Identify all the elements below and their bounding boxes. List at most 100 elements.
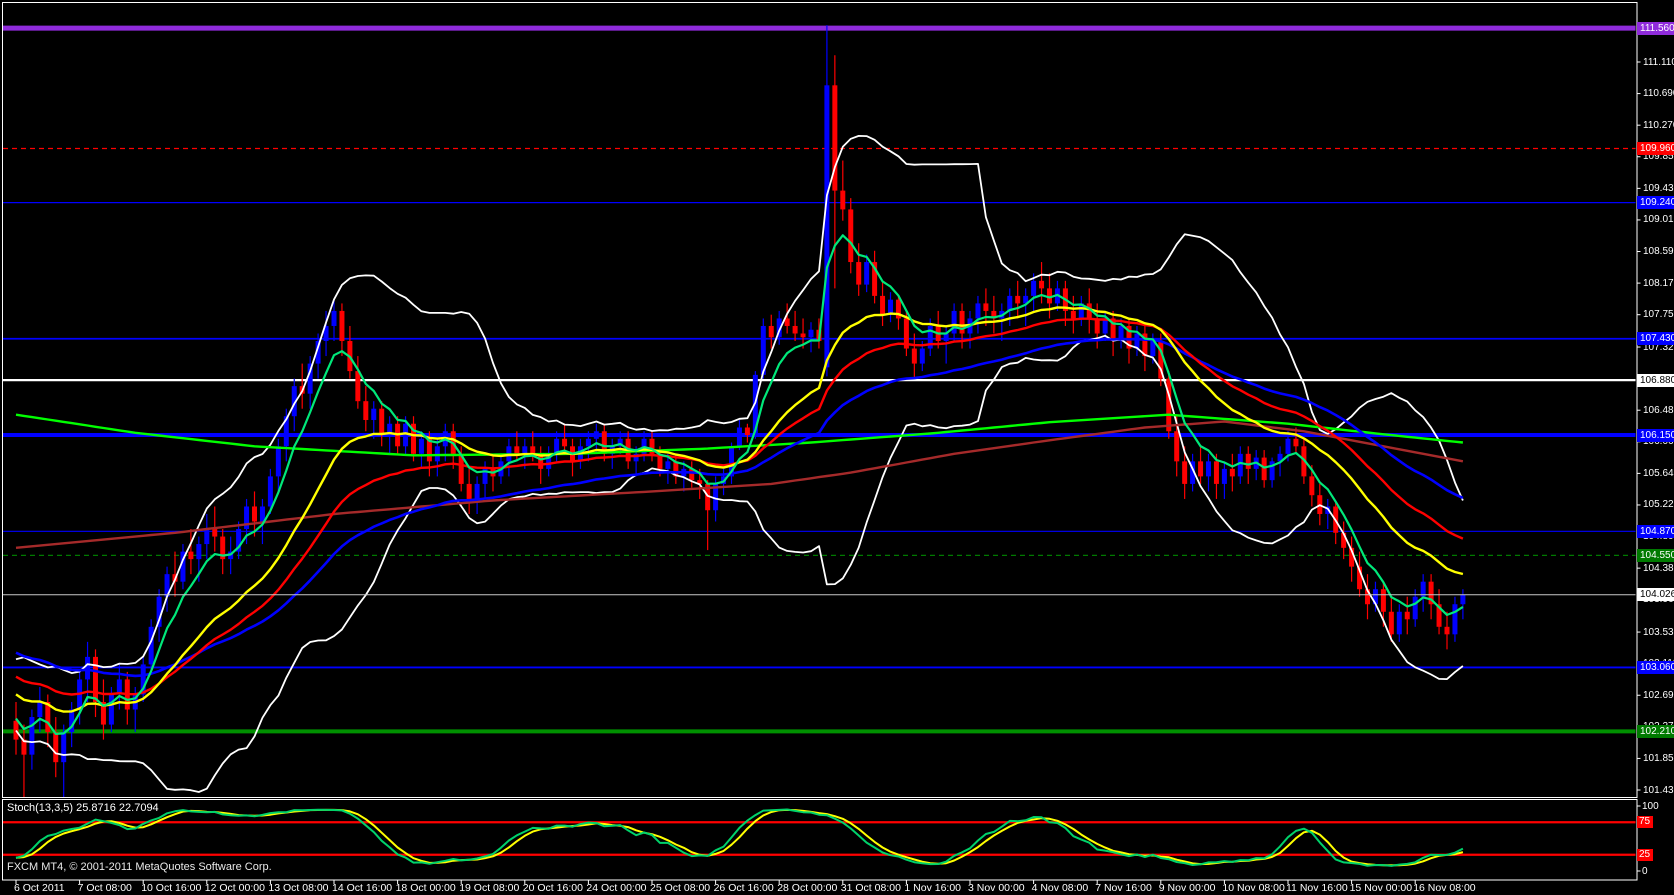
candle-body-up xyxy=(268,476,273,506)
candle-body-down xyxy=(960,311,965,334)
price-tick-label: 101.850 xyxy=(1643,752,1674,765)
candle-body-up xyxy=(944,333,949,341)
candle-body-down xyxy=(745,428,750,436)
candle-body-down xyxy=(1174,431,1179,461)
candle-body-down xyxy=(467,484,472,499)
candle-body-down xyxy=(188,552,193,560)
time-tick-label: 3 Nov 00:00 xyxy=(968,882,1025,894)
time-tick-label: 16 Nov 08:00 xyxy=(1413,882,1475,894)
candle-body-down xyxy=(1182,461,1187,484)
candle-body-up xyxy=(276,446,281,476)
price-tick-label: 110.270 xyxy=(1643,119,1674,132)
candle-body-down xyxy=(801,333,806,337)
time-tick-label: 12 Oct 00:00 xyxy=(205,882,265,894)
candle-body-up xyxy=(1397,612,1402,635)
ma-slower-blue-line xyxy=(16,339,1463,676)
candle-body-down xyxy=(1246,454,1251,469)
candle-body-up xyxy=(61,732,66,762)
stoch-indicator-label: Stoch(13,3,5) 25.8716 22.7094 xyxy=(7,802,159,814)
price-tick-label: 105.220 xyxy=(1643,498,1674,511)
time-tick-label: 20 Oct 16:00 xyxy=(523,882,583,894)
time-tick-label: 11 Nov 16:00 xyxy=(1286,882,1348,894)
time-tick-label: 1 Nov 16:00 xyxy=(904,882,961,894)
stoch-level-badge: 25 xyxy=(1637,849,1653,861)
candle-body-down xyxy=(355,371,360,401)
candle-body-up xyxy=(1460,594,1465,604)
candle-body-up xyxy=(371,409,376,420)
ma-medium-yellow-line xyxy=(16,307,1463,711)
price-level-badge: 106.880 xyxy=(1637,374,1674,387)
chart-canvas[interactable] xyxy=(0,0,1674,895)
candle-body-up xyxy=(594,431,599,439)
candle-body-down xyxy=(562,439,567,447)
candle-body-down xyxy=(769,326,774,337)
candle-body-down xyxy=(856,262,861,285)
candle-body-up xyxy=(435,446,440,461)
time-tick-label: 13 Oct 08:00 xyxy=(268,882,328,894)
candle-body-up xyxy=(1452,604,1457,634)
candle-body-down xyxy=(1198,461,1203,476)
copyright-text: FXCM MT4, © 2001-2011 MetaQuotes Softwar… xyxy=(7,861,272,873)
candle-body-up xyxy=(864,262,869,285)
price-tick-label: 111.110 xyxy=(1643,56,1674,69)
candle-body-up xyxy=(85,657,90,680)
price-tick-label: 103.530 xyxy=(1643,626,1674,639)
candle-body-down xyxy=(53,732,58,762)
time-tick-label: 7 Nov 16:00 xyxy=(1095,882,1152,894)
candle-body-down xyxy=(1293,439,1298,447)
price-tick-label: 108.590 xyxy=(1643,245,1674,258)
candle-body-down xyxy=(840,191,845,210)
candle-body-up xyxy=(952,311,957,334)
time-tick-label: 7 Oct 08:00 xyxy=(78,882,132,894)
price-tick-label: 110.690 xyxy=(1643,87,1674,100)
price-tick-label: 108.170 xyxy=(1643,277,1674,290)
time-tick-label: 10 Nov 08:00 xyxy=(1222,882,1284,894)
candle-body-up xyxy=(1222,469,1227,484)
time-tick-label: 14 Oct 16:00 xyxy=(332,882,392,894)
candle-body-down xyxy=(1015,296,1020,304)
candle-body-down xyxy=(1405,612,1410,620)
candle-body-up xyxy=(37,702,42,717)
candle-body-down xyxy=(14,721,19,740)
candle-body-up xyxy=(475,484,480,499)
stoch-scale-bottom-label: 0 xyxy=(1642,865,1648,878)
time-tick-label: 15 Nov 00:00 xyxy=(1350,882,1412,894)
price-level-badge: 107.430 xyxy=(1637,332,1674,345)
candle-body-down xyxy=(912,349,917,364)
candle-body-down xyxy=(1389,612,1394,635)
time-tick-label: 4 Nov 08:00 xyxy=(1032,882,1089,894)
candle-body-down xyxy=(252,506,257,521)
price-level-badge: 109.240 xyxy=(1637,196,1674,209)
stoch-scale-top-label: 100 xyxy=(1642,800,1659,813)
time-tick-label: 10 Oct 16:00 xyxy=(141,882,201,894)
price-tick-label: 101.430 xyxy=(1643,784,1674,797)
candle-body-down xyxy=(1381,589,1386,612)
candle-body-up xyxy=(1031,281,1036,296)
candle-body-up xyxy=(920,349,925,364)
price-tick-label: 102.690 xyxy=(1643,689,1674,702)
candle-body-up xyxy=(809,330,814,338)
candle-body-up xyxy=(196,544,201,559)
candle-body-up xyxy=(1238,454,1243,477)
candle-body-down xyxy=(793,326,798,334)
time-tick-label: 24 Oct 00:00 xyxy=(586,882,646,894)
price-tick-label: 105.640 xyxy=(1643,467,1674,480)
candle-body-up xyxy=(1206,461,1211,476)
candle-body-up xyxy=(586,439,591,447)
bollinger-upper-line xyxy=(16,136,1463,673)
candle-body-down xyxy=(212,529,217,537)
candle-body-up xyxy=(522,446,527,454)
candle-body-down xyxy=(514,446,519,454)
time-tick-label: 19 Oct 08:00 xyxy=(459,882,519,894)
candle-body-down xyxy=(1214,461,1219,484)
price-tick-label: 104.380 xyxy=(1643,562,1674,575)
candle-body-down xyxy=(530,446,535,454)
candle-body-up xyxy=(975,303,980,318)
time-tick-label: 18 Oct 00:00 xyxy=(396,882,456,894)
candle-body-up xyxy=(737,428,742,447)
candle-body-down xyxy=(1039,281,1044,289)
candle-body-up xyxy=(1134,333,1139,348)
time-tick-label: 9 Nov 00:00 xyxy=(1159,882,1216,894)
price-level-badge: 106.150 xyxy=(1637,429,1674,442)
time-tick-label: 26 Oct 16:00 xyxy=(714,882,774,894)
